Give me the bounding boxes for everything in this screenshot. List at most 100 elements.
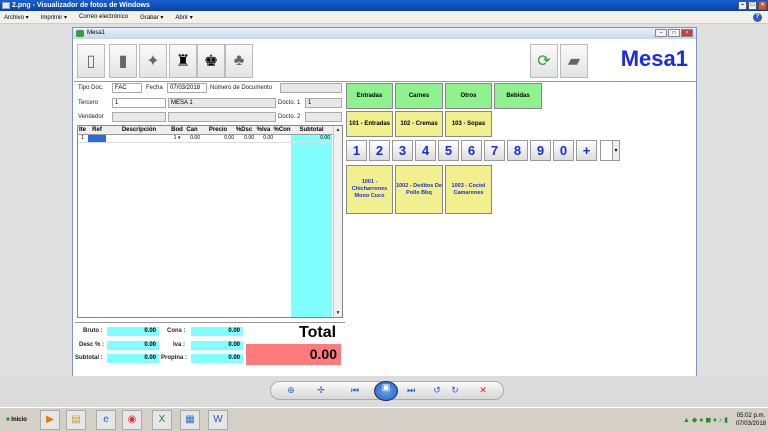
numpad-0-button[interactable]: 0: [553, 140, 574, 161]
folder-button[interactable]: ▰: [560, 44, 588, 78]
delete-icon[interactable]: ✕: [477, 385, 489, 396]
col-iva[interactable]: %Iva: [254, 126, 273, 135]
docto1-field[interactable]: 1: [305, 98, 342, 108]
numpad-2-button[interactable]: 2: [369, 140, 390, 161]
cell-can[interactable]: 0.00: [184, 135, 200, 142]
product-1003-button[interactable]: 1003 - Coctel Camarones: [445, 165, 492, 214]
subcategory-cremas-button[interactable]: 102 - Cremas: [395, 111, 443, 137]
vendedor-label: Vendedor: [78, 114, 104, 120]
clock[interactable]: 05:02 p.m. 07/03/2018: [736, 412, 766, 428]
group-button[interactable]: ♣: [225, 44, 253, 78]
scroll-down-icon[interactable]: ▼: [335, 310, 341, 316]
excel-icon[interactable]: X: [152, 410, 172, 430]
app-close-button[interactable]: ×: [681, 29, 693, 37]
start-button[interactable]: ■ Inicio: [2, 411, 34, 429]
product-1001-button[interactable]: 1001 - Chicharrones Mono Cuco: [346, 165, 393, 214]
copy-document-button[interactable]: ▮: [109, 44, 137, 78]
media-player-icon[interactable]: ▶: [40, 410, 60, 430]
numpad-7-button[interactable]: 7: [484, 140, 505, 161]
menu-abrir[interactable]: Abrir ▾: [175, 14, 192, 21]
folder-icon: ▰: [567, 53, 581, 70]
category-bebidas-button[interactable]: Bebidas: [494, 83, 542, 109]
quantity-dropdown-icon[interactable]: ▾: [612, 140, 620, 161]
cell-dsc[interactable]: 0.00: [234, 135, 254, 142]
category-carnes-button[interactable]: Carnes: [395, 83, 443, 109]
numpad-5-button[interactable]: 5: [438, 140, 459, 161]
col-ite[interactable]: Ite: [78, 126, 87, 135]
col-ref[interactable]: Ref: [88, 126, 106, 135]
next-icon[interactable]: ⏭: [405, 385, 417, 396]
tercero-label: Tercero: [78, 100, 99, 106]
category-entradas-button[interactable]: Entradas: [346, 83, 393, 109]
vendedor-code-field[interactable]: [112, 112, 166, 122]
people-button[interactable]: ♚: [197, 44, 225, 78]
subtotal-value: 0.00: [107, 354, 159, 363]
app-minimize-button[interactable]: –: [655, 29, 667, 37]
numpad-8-button[interactable]: 8: [507, 140, 528, 161]
app-maximize-button[interactable]: □: [668, 29, 680, 37]
tray-icons[interactable]: ▲ ◆ ● ◼ ♦ ♪ ▮: [683, 416, 728, 424]
tipo-doc-field[interactable]: FAC: [112, 83, 142, 93]
category-otros-button[interactable]: Otros: [445, 83, 492, 109]
numpad-4-button[interactable]: 4: [415, 140, 436, 161]
numpad-9-button[interactable]: 9: [530, 140, 551, 161]
col-bod[interactable]: Bod: [170, 126, 184, 135]
minimize-button[interactable]: –: [738, 1, 747, 10]
ie-icon[interactable]: e: [96, 410, 116, 430]
word-icon[interactable]: W: [208, 410, 228, 430]
cell-bod[interactable]: 1 ▾: [170, 135, 184, 142]
tercero-code-field[interactable]: 1: [112, 98, 166, 108]
menu-correo[interactable]: Correo electrónico: [79, 14, 128, 20]
previous-icon[interactable]: ⏮: [349, 385, 361, 396]
photo-viewer-taskbar-icon[interactable]: ▦: [180, 410, 200, 430]
app-icon: [76, 30, 84, 37]
numpad-1-button[interactable]: 1: [346, 140, 367, 161]
table-row[interactable]: 1 1 ▾ 0.00 0.00 0.00 0.00 0.00: [78, 135, 342, 143]
numpad-plus-button[interactable]: +: [576, 140, 597, 161]
start-label: Inicio: [11, 417, 27, 423]
subcategory-sopas-button[interactable]: 103 - Sopas: [445, 111, 492, 137]
fit-icon[interactable]: ✢: [315, 385, 327, 396]
waiter-button[interactable]: ♜: [169, 44, 197, 78]
propina-value: 0.00: [191, 354, 243, 363]
refresh-button[interactable]: ⟳: [530, 44, 558, 78]
menu-archivo[interactable]: Archivo ▾: [4, 14, 29, 21]
col-subtotal[interactable]: Subtotal: [291, 126, 332, 135]
col-can[interactable]: Can: [184, 126, 200, 135]
help-icon[interactable]: ?: [753, 13, 762, 22]
col-dsc[interactable]: %Dsc: [234, 126, 254, 135]
subcategory-entradas-button[interactable]: 101 - Entradas: [346, 111, 393, 137]
rotate-right-icon[interactable]: ↻: [449, 385, 461, 396]
copy-icon: ▮: [118, 53, 128, 70]
col-con[interactable]: %Con: [272, 126, 292, 135]
tercero-name-field: MESA 1: [168, 98, 276, 108]
tools-button[interactable]: ✦: [139, 44, 167, 78]
app-window: Mesa1 – □ × ▯ ▮ ✦ ♜ ♚ ♣ ⟳ ▰ Mesa1 Tipo D…: [72, 27, 697, 377]
product-1002-button[interactable]: 1002 - Deditos De Pollo Bbq: [395, 165, 443, 214]
col-precio[interactable]: Precio: [202, 126, 234, 135]
maximize-button[interactable]: □: [748, 1, 757, 10]
close-button[interactable]: ×: [758, 1, 767, 10]
cell-ref-selected[interactable]: [88, 135, 106, 142]
new-document-button[interactable]: ▯: [77, 44, 105, 78]
menu-grabar[interactable]: Grabar ▾: [140, 14, 163, 21]
numero-field[interactable]: [280, 83, 342, 93]
items-grid[interactable]: Ite Ref Descripción Bod Can Precio %Dsc …: [77, 125, 343, 318]
propina-label: Propina :: [161, 355, 188, 361]
fecha-field[interactable]: 07/03/2018: [167, 83, 207, 93]
grid-scrollbar[interactable]: ▲ ▼: [333, 126, 342, 317]
col-descripcion[interactable]: Descripción: [108, 126, 170, 135]
menu-imprimir[interactable]: Imprimir ▾: [41, 14, 67, 21]
numpad-3-button[interactable]: 3: [392, 140, 413, 161]
docto2-field[interactable]: [305, 112, 342, 122]
cell-iva[interactable]: 0.00: [254, 135, 273, 142]
numpad-6-button[interactable]: 6: [461, 140, 482, 161]
zoom-icon[interactable]: ⊕: [285, 385, 297, 396]
clock-time: 05:02 p.m.: [736, 413, 766, 419]
chrome-icon[interactable]: ◉: [122, 410, 142, 430]
rotate-left-icon[interactable]: ↺: [431, 385, 443, 396]
slideshow-button[interactable]: ▣: [374, 381, 398, 401]
file-explorer-icon[interactable]: ▤: [66, 410, 86, 430]
cell-precio[interactable]: 0.00: [202, 135, 234, 142]
scroll-up-icon[interactable]: ▲: [335, 127, 341, 133]
